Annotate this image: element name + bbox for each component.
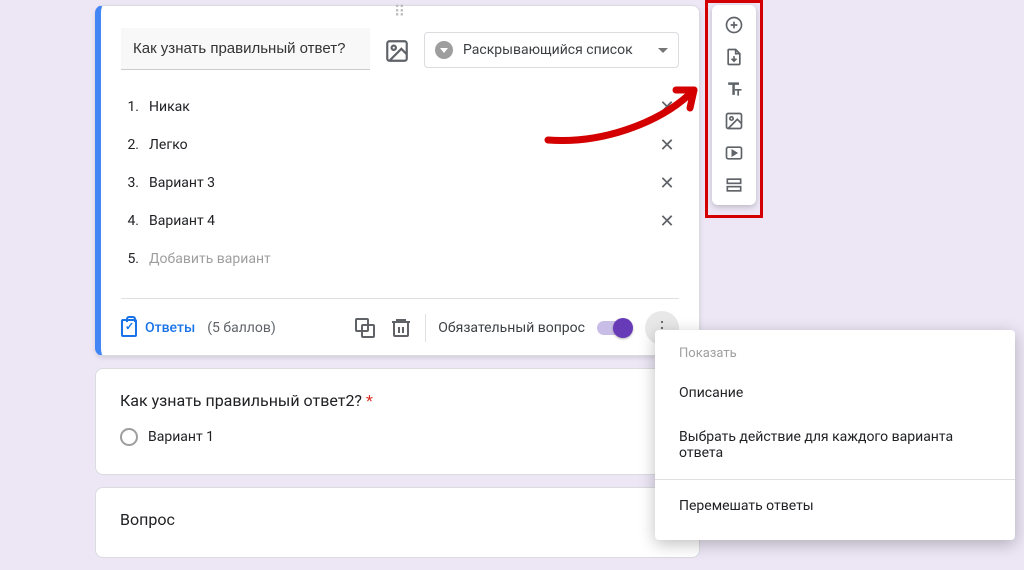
- menu-separator: [655, 479, 1015, 480]
- required-label: Обязательный вопрос: [438, 320, 585, 336]
- menu-header: Показать: [655, 346, 1015, 371]
- dropdown-type-icon: [435, 41, 453, 59]
- remove-option-icon[interactable]: ✕: [655, 97, 679, 118]
- remove-option-icon[interactable]: ✕: [655, 135, 679, 156]
- required-mark: *: [366, 391, 373, 410]
- question-type-dropdown[interactable]: Раскрывающийся список: [424, 32, 679, 68]
- add-image-icon[interactable]: [384, 38, 410, 64]
- add-title-button[interactable]: [718, 75, 750, 103]
- more-options-menu: Показать Описание Выбрать действие для к…: [655, 330, 1015, 540]
- option-number: 1.: [121, 99, 139, 115]
- chevron-down-icon: [658, 48, 668, 53]
- question-3-title: Вопрос: [96, 488, 699, 557]
- answers-label: Ответы: [145, 320, 195, 336]
- option-row[interactable]: 4. Вариант 4 ✕: [121, 202, 679, 240]
- required-toggle[interactable]: [597, 321, 631, 335]
- option-label[interactable]: Вариант 3: [149, 175, 645, 191]
- menu-item-branching[interactable]: Выбрать действие для каждого варианта от…: [655, 415, 1015, 475]
- option-number: 5.: [121, 251, 139, 267]
- import-questions-button[interactable]: [718, 43, 750, 71]
- score-label: (5 баллов): [207, 320, 276, 336]
- option-label[interactable]: Добавить вариант: [149, 251, 679, 267]
- option-row[interactable]: 1. Никак ✕: [121, 88, 679, 126]
- question-card-1[interactable]: ⠿ Раскрывающийся список 1. Никак ✕ 2. Легко ✕…: [95, 5, 700, 356]
- add-option-row[interactable]: 5. Добавить вариант: [121, 240, 679, 278]
- add-video-button[interactable]: [718, 139, 750, 167]
- radio-icon: [120, 428, 138, 446]
- menu-item-description[interactable]: Описание: [655, 371, 1015, 415]
- add-question-button[interactable]: [718, 11, 750, 39]
- add-image-button[interactable]: [718, 107, 750, 135]
- question-card-2[interactable]: Как узнать правильный ответ2?* Вариант 1: [95, 368, 700, 475]
- drag-handle-icon[interactable]: ⠿: [101, 6, 699, 20]
- option-row[interactable]: 3. Вариант 3 ✕: [121, 164, 679, 202]
- remove-option-icon[interactable]: ✕: [655, 173, 679, 194]
- question-title-input[interactable]: [121, 28, 370, 70]
- question-2-title: Как узнать правильный ответ2?*: [120, 391, 675, 410]
- option-row[interactable]: 2. Легко ✕: [121, 126, 679, 164]
- clipboard-check-icon: [121, 319, 137, 337]
- duplicate-button[interactable]: [353, 316, 377, 340]
- q2-option-1[interactable]: Вариант 1: [120, 428, 675, 446]
- question-card-3[interactable]: Вопрос: [95, 487, 700, 558]
- option-number: 3.: [121, 175, 139, 191]
- option-label[interactable]: Легко: [149, 137, 645, 153]
- answer-key-button[interactable]: Ответы: [121, 319, 195, 337]
- delete-button[interactable]: [389, 316, 413, 340]
- option-number: 4.: [121, 213, 139, 229]
- option-number: 2.: [121, 137, 139, 153]
- option-label[interactable]: Вариант 4: [149, 213, 645, 229]
- q2-option-label: Вариант 1: [148, 429, 214, 445]
- add-section-button[interactable]: [718, 171, 750, 199]
- menu-item-shuffle[interactable]: Перемешать ответы: [655, 484, 1015, 528]
- remove-option-icon[interactable]: ✕: [655, 211, 679, 232]
- side-toolbar: [712, 5, 756, 205]
- option-label[interactable]: Никак: [149, 99, 645, 115]
- question-type-label: Раскрывающийся список: [463, 42, 633, 58]
